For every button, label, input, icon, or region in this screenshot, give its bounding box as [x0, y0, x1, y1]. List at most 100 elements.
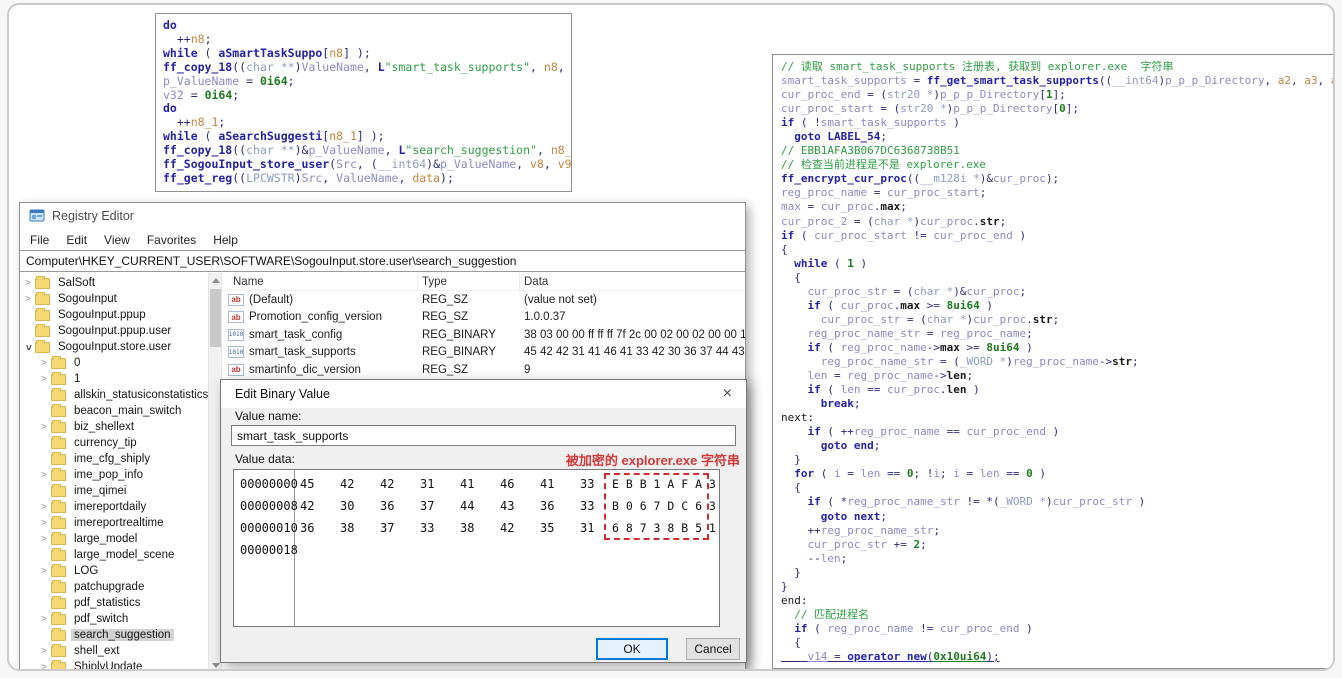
- tree-item[interactable]: >SogouInput.ppup: [20, 307, 208, 323]
- tree-item-label[interactable]: SogouInput: [55, 293, 120, 305]
- code-line: ++n8_1;: [163, 115, 226, 130]
- tree-item-label[interactable]: LOG: [71, 565, 101, 577]
- registry-value-row[interactable]: ab smartinfo_dic_version REG_SZ 9: [222, 361, 745, 379]
- column-header-type[interactable]: Type: [418, 273, 520, 290]
- scroll-down-icon[interactable]: [212, 663, 220, 668]
- expand-arrow-icon[interactable]: >: [22, 278, 34, 289]
- expand-arrow-icon[interactable]: >: [38, 662, 50, 670]
- tree-item-label[interactable]: SogouInput.ppup: [55, 309, 149, 321]
- code-line: if ( cur_proc.max >= 8ui64 ): [807, 298, 993, 312]
- registry-value-row[interactable]: ab (Default) REG_SZ (value not set): [222, 291, 745, 309]
- tree-item[interactable]: >beacon_main_switch: [20, 403, 208, 419]
- expand-arrow-icon[interactable]: >: [38, 646, 50, 657]
- scroll-up-icon[interactable]: [212, 278, 220, 283]
- code-line: if ( len == cur_proc.len ): [807, 383, 980, 397]
- tree-item[interactable]: > SogouInput.store.user: [20, 339, 208, 355]
- value-data: (value not set): [524, 293, 597, 306]
- menu-favorites[interactable]: Favorites: [147, 233, 196, 247]
- column-header-name[interactable]: Name: [222, 273, 418, 290]
- collapse-arrow-icon[interactable]: >: [23, 341, 34, 353]
- tree-item-label[interactable]: ShiplyUpdate: [71, 661, 145, 669]
- tree-item-label[interactable]: imereportdaily: [71, 501, 149, 513]
- tree-item[interactable]: >SogouInput.ppup.user: [20, 323, 208, 339]
- tree-item[interactable]: > pdf_switch: [20, 611, 208, 627]
- tree-item-label[interactable]: allskin_statusiconstatistics: [71, 389, 208, 401]
- tree-item-label[interactable]: SalSoft: [55, 277, 98, 289]
- menu-edit[interactable]: Edit: [66, 233, 87, 247]
- tree-item-label[interactable]: ime_qimei: [71, 485, 129, 497]
- expand-arrow-icon[interactable]: >: [38, 614, 50, 625]
- tree-item[interactable]: > large_model: [20, 531, 208, 547]
- tree-item-label[interactable]: 0: [71, 357, 83, 369]
- tree-item[interactable]: > ime_pop_info: [20, 467, 208, 483]
- scrollbar-thumb[interactable]: [210, 289, 221, 347]
- menu-file[interactable]: File: [30, 233, 49, 247]
- menu-help[interactable]: Help: [213, 233, 238, 247]
- tree-item[interactable]: > shell_ext: [20, 643, 208, 659]
- tree-item-label[interactable]: beacon_main_switch: [71, 405, 184, 417]
- tree-item[interactable]: > biz_shellext: [20, 419, 208, 435]
- hex-byte: 38: [460, 521, 475, 535]
- close-icon[interactable]: ×: [719, 386, 736, 402]
- expand-arrow-icon[interactable]: >: [38, 566, 50, 577]
- tree-item-label[interactable]: biz_shellext: [71, 421, 137, 433]
- expand-arrow-icon[interactable]: >: [38, 374, 50, 385]
- tree-item[interactable]: > SalSoft: [20, 275, 208, 291]
- expand-arrow-icon[interactable]: >: [38, 470, 50, 481]
- code-line: reg_proc_name_str = reg_proc_name;: [807, 326, 1033, 340]
- expand-arrow-icon[interactable]: >: [38, 534, 50, 545]
- tree-item-label[interactable]: SogouInput.store.user: [55, 341, 174, 353]
- tree-item[interactable]: >search_suggestion: [20, 627, 208, 643]
- tree-item-label[interactable]: search_suggestion: [71, 629, 174, 641]
- tree-item-label[interactable]: 1: [71, 373, 83, 385]
- tree-item-label[interactable]: imereportrealtime: [71, 517, 166, 529]
- tree-item[interactable]: > LOG: [20, 563, 208, 579]
- tree-item-label[interactable]: large_model_scene: [71, 549, 177, 561]
- tree-item-label[interactable]: large_model: [71, 533, 140, 545]
- tree-item[interactable]: >currency_tip: [20, 435, 208, 451]
- tree-item-label[interactable]: shell_ext: [71, 645, 122, 657]
- expand-arrow-icon[interactable]: >: [38, 422, 50, 433]
- code-line: ff_get_reg((LPCWSTR)Src, ValueName, data…: [163, 170, 454, 185]
- tree-item-label[interactable]: SogouInput.ppup.user: [55, 325, 174, 337]
- tree-item[interactable]: >ime_cfg_shiply: [20, 451, 208, 467]
- tree-item[interactable]: > imereportdaily: [20, 499, 208, 515]
- hex-editor-area[interactable]: 00000000 45 42 42 31 41 46 41 33 E B B 1 A F A 30…: [233, 469, 720, 627]
- registry-value-row[interactable]: 0101 1010 0101 smart_task_supports REG_BIN…: [222, 344, 745, 362]
- tree-item[interactable]: >1: [20, 371, 208, 387]
- tree-item-label[interactable]: currency_tip: [71, 437, 140, 449]
- menu-view[interactable]: View: [104, 233, 130, 247]
- tree-item[interactable]: > SogouInput: [20, 291, 208, 307]
- expand-arrow-icon[interactable]: >: [38, 502, 50, 513]
- tree-item[interactable]: > ShiplyUpdate: [20, 659, 208, 670]
- cancel-button[interactable]: Cancel: [686, 638, 740, 660]
- tree-item[interactable]: > imereportrealtime: [20, 515, 208, 531]
- tree-item[interactable]: >patchupgrade: [20, 579, 208, 595]
- tree-item[interactable]: >allskin_statusiconstatistics: [20, 387, 208, 403]
- tree-item-label[interactable]: ime_pop_info: [71, 469, 146, 481]
- value-name-input[interactable]: smart_task_supports: [231, 425, 736, 446]
- tree-item-label[interactable]: pdf_statistics: [71, 597, 143, 609]
- tree-item[interactable]: >large_model_scene: [20, 547, 208, 563]
- ascii-highlight-box: [604, 473, 709, 540]
- tree-item-label[interactable]: ime_cfg_shiply: [71, 453, 153, 465]
- column-header-data[interactable]: Data: [520, 273, 745, 290]
- expand-arrow-icon[interactable]: >: [38, 518, 50, 529]
- expand-arrow-icon[interactable]: >: [38, 358, 50, 369]
- registry-value-row[interactable]: 0101 1010 0101 smart_task_config REG_BINAR…: [222, 326, 745, 344]
- tree-item[interactable]: >0: [20, 355, 208, 371]
- code-line: {: [781, 242, 788, 256]
- folder-icon: [51, 499, 66, 513]
- tree-item-label[interactable]: patchupgrade: [71, 581, 147, 593]
- tree-item-label[interactable]: pdf_switch: [71, 613, 131, 625]
- address-bar[interactable]: Computer\HKEY_CURRENT_USER\SOFTWARE\Sogo…: [20, 250, 745, 272]
- window-title: Registry Editor: [52, 209, 134, 223]
- ok-button[interactable]: OK: [596, 638, 668, 660]
- tree-item[interactable]: >ime_qimei: [20, 483, 208, 499]
- registry-value-row[interactable]: ab Promotion_config_version REG_SZ 1.0.0.37: [222, 309, 745, 327]
- tree-item[interactable]: >pdf_statistics: [20, 595, 208, 611]
- hex-address: 00000000: [240, 477, 298, 491]
- code-line: smart_task_supports = ff_get_smart_task_…: [781, 74, 1333, 88]
- code-line: ff_SogouInput_store_user(Src, (__int64)&…: [163, 157, 572, 172]
- expand-arrow-icon[interactable]: >: [22, 294, 34, 305]
